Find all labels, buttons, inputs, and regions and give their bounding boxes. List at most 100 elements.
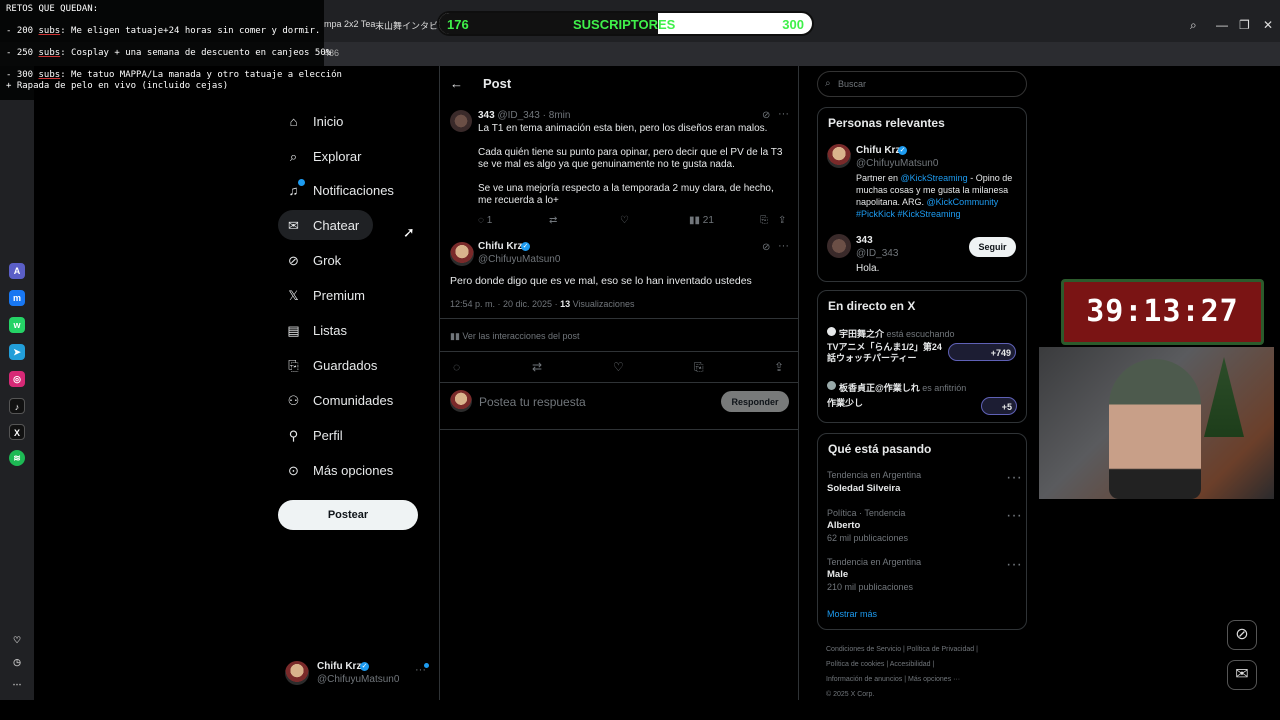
trend-item[interactable]: Tendencia en Argentina Male 210 mil publ… — [818, 556, 1026, 596]
share-icon[interactable]: ⇪ — [778, 215, 786, 226]
nav-item-explore[interactable]: ⌕ Explorar — [278, 141, 369, 171]
grok-icon[interactable]: ⊘ — [762, 110, 770, 121]
avatar[interactable] — [827, 144, 851, 168]
whatsapp-icon[interactable]: w — [9, 317, 25, 333]
mail-icon: ✉ — [288, 217, 299, 233]
telegram-icon[interactable]: ➤ — [9, 344, 25, 360]
spotify-icon[interactable]: ≋ — [9, 450, 25, 466]
grok-icon[interactable]: ⊘ — [1227, 620, 1257, 650]
follow-button[interactable]: Seguir — [969, 237, 1016, 257]
bookmark-icon[interactable]: ⎘ — [694, 360, 704, 375]
post-date: 12:54 p. m. · 20 dic. 2025 · — [450, 299, 561, 309]
close-icon[interactable]: ✕ — [1263, 18, 1273, 32]
repost-icon[interactable]: ⇄ — [532, 360, 542, 374]
nav-item-notifications[interactable]: ♫ Notificaciones — [278, 175, 402, 205]
challenge-count: - 250 — [6, 48, 34, 58]
more-icon[interactable]: ··· — [778, 240, 789, 252]
listener-count: +749 — [990, 348, 1011, 358]
post-views-label: Visualizaciones — [570, 299, 635, 309]
like-icon[interactable]: ♡ — [620, 215, 629, 226]
show-more-link[interactable]: Mostrar más — [827, 609, 877, 619]
account-switcher[interactable]: Chifu Krz ✓ @ChifuyuMatsun0 ··· — [283, 657, 433, 689]
more-icon[interactable]: ··· — [778, 108, 789, 120]
history-icon[interactable]: ◷ — [9, 654, 25, 670]
space-host-name: 宇田舞之介 — [839, 329, 885, 339]
nav-item-lists[interactable]: ▤ Listas — [278, 315, 355, 345]
reply-button[interactable]: Responder — [721, 391, 789, 412]
x-logo-icon[interactable]: X — [9, 424, 25, 440]
bio-link[interactable]: @KickStreaming — [901, 173, 968, 183]
footer-link[interactable]: Política de Privacidad — [907, 646, 974, 653]
avatar[interactable] — [827, 234, 851, 258]
card-title: Personas relevantes — [828, 116, 945, 130]
reply-icon[interactable]: ◌ 1 — [478, 215, 492, 226]
nav-item-bookmarks[interactable]: ⎘ Guardados — [278, 350, 385, 380]
nav-item-grok[interactable]: ⊘ Grok — [278, 245, 349, 275]
person-name[interactable]: 343 — [856, 235, 873, 246]
trend-item[interactable]: Política · Tendencia Alberto 62 mil publ… — [818, 507, 1026, 547]
nav-item-profile[interactable]: ⚲ Perfil — [278, 420, 351, 450]
nav-item-more[interactable]: ⊙ Más opciones — [278, 455, 401, 485]
post-text: Se ve una mejoría respecto a la temporad… — [478, 183, 774, 206]
person-name[interactable]: Chifu Krz — [856, 145, 900, 156]
trend-posts: 210 mil publicaciones — [827, 582, 914, 592]
challenge-text: : Me eligen tatuaje+24 horas sin comer y… — [60, 26, 321, 36]
bookmark-icon[interactable]: ⎘ — [760, 215, 768, 226]
share-icon[interactable]: ⇪ — [774, 360, 784, 374]
search-placeholder: Buscar — [838, 79, 867, 89]
app-icon[interactable]: A — [9, 263, 25, 279]
more-icon[interactable]: ⋯ — [9, 676, 25, 692]
view-interactions-link[interactable]: ▮▮ Ver las interacciones del post — [450, 331, 579, 342]
restore-icon[interactable]: ❐ — [1239, 18, 1250, 32]
live-space[interactable]: 板香貞正@作業しれ es anfitrión 作業少し +5 — [818, 379, 1026, 419]
post-column: ← Post 343 @ID_343 · 8min ⊘ ··· La T1 en… — [439, 66, 799, 700]
like-icon[interactable]: ♡ — [613, 360, 624, 374]
nav-item-chat[interactable]: ✉ Chatear — [278, 210, 373, 240]
nav-item-communities[interactable]: ⚇ Comunidades — [278, 385, 401, 415]
account-name: Chifu Krz — [317, 661, 362, 672]
tiktok-icon[interactable]: ♪ — [9, 398, 25, 414]
parent-post[interactable]: 343 @ID_343 · 8min ⊘ ··· La T1 en tema a… — [440, 104, 798, 232]
challenges-title: RETOS QUE QUEDAN: — [6, 4, 99, 14]
post-time: · 8min — [542, 110, 571, 121]
browser-tab[interactable]: 末山舞インタビ — [375, 19, 438, 32]
subscriber-goal-bar: 176 SUSCRIPTORES 300 — [437, 11, 814, 36]
more-icon[interactable]: ··· — [1006, 556, 1022, 574]
bio-link[interactable]: @KickCommunity — [927, 197, 999, 207]
list-icon: ▤ — [287, 322, 300, 338]
messenger-icon[interactable]: m — [9, 290, 25, 306]
account-handle: @ChifuyuMatsun0 — [317, 674, 400, 685]
footer-link[interactable]: Condiciones de Servicio — [826, 646, 901, 653]
more-icon[interactable]: ··· — [1006, 507, 1022, 525]
footer-link[interactable]: Política de cookies — [826, 661, 884, 668]
footer-link[interactable]: Más opciones ··· — [908, 676, 960, 683]
nav-item-premium[interactable]: 𝕏 Premium — [278, 280, 373, 310]
mail-icon[interactable]: ✉ — [1227, 660, 1257, 690]
nav-item-home[interactable]: ⌂ Inicio — [278, 106, 351, 136]
search-input[interactable]: ⌕ Buscar — [817, 71, 1027, 97]
grok-icon[interactable]: ⊘ — [762, 242, 770, 253]
footer-link[interactable]: Accesibilidad — [890, 661, 931, 668]
minimize-icon[interactable]: — — [1216, 18, 1228, 32]
reply-input[interactable]: Postea tu respuesta — [479, 395, 586, 409]
more-icon[interactable]: ··· — [1006, 469, 1022, 487]
copyright: © 2025 X Corp. — [826, 691, 875, 698]
avatar — [450, 242, 474, 266]
live-space[interactable]: 宇田舞之介 está escuchando TVアニメ「らんま1/2」第24話ウ… — [818, 325, 1026, 369]
repost-icon[interactable]: ⇄ — [549, 215, 557, 226]
reply-icon[interactable]: ◌ — [453, 360, 460, 374]
bio-hashtags[interactable]: #PickKick #KickStreaming — [856, 209, 961, 219]
trend-item[interactable]: Tendencia en Argentina Soledad Silveira … — [818, 469, 1026, 505]
post-handle: @ID_343 — [497, 110, 540, 121]
post-button[interactable]: Postear — [278, 500, 418, 530]
listener-count: +5 — [1001, 402, 1012, 412]
browser-tab[interactable]: mpa 2x2 Tea — [324, 19, 375, 29]
instagram-icon[interactable]: ◎ — [9, 371, 25, 387]
space-host-status: está escuchando — [884, 329, 955, 339]
search-icon[interactable]: ⌕ — [1190, 18, 1197, 33]
footer-link[interactable]: Información de anuncios — [826, 676, 902, 683]
views-icon[interactable]: ▮▮ 21 — [689, 215, 714, 226]
heart-icon[interactable]: ♡ — [9, 632, 25, 648]
post-handle: @ChifuyuMatsun0 — [478, 254, 561, 265]
back-arrow-icon[interactable]: ← — [450, 76, 463, 91]
